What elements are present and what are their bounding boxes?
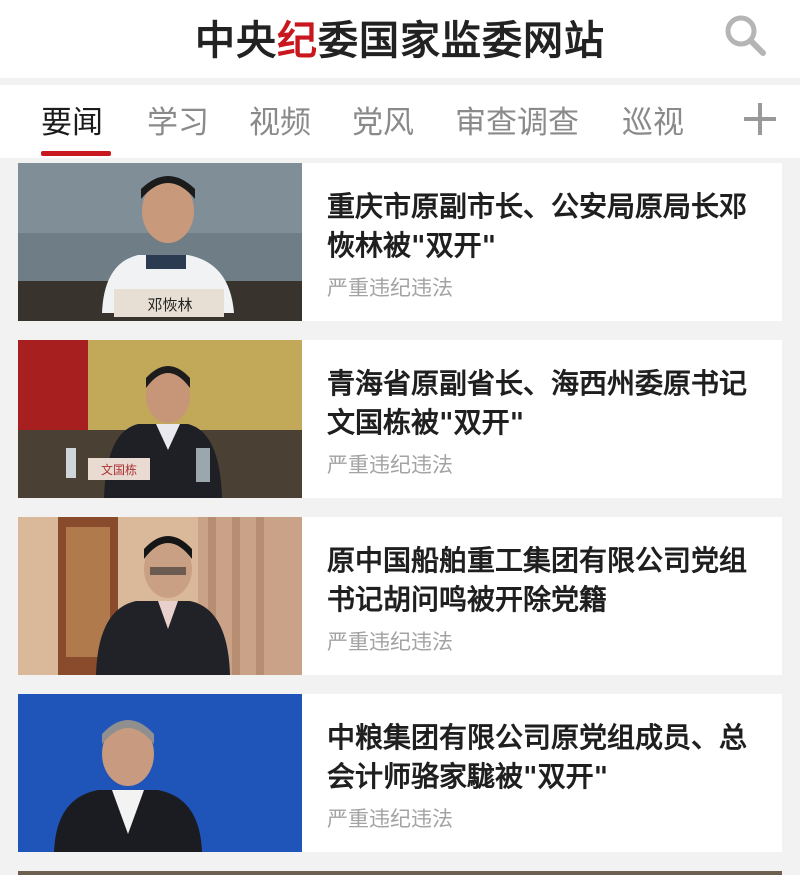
- article-tag: 严重违纪违法: [327, 453, 453, 477]
- search-icon: [725, 15, 766, 56]
- tab-dangfeng[interactable]: 党风: [352, 97, 414, 142]
- article-card[interactable]: 邓恢林 重庆市原副市长、公安局原局长邓恢林被"双开" 严重违纪违法: [18, 163, 782, 321]
- tab-xuexi[interactable]: 学习: [147, 97, 209, 142]
- nameplate-text: 邓恢林: [147, 297, 192, 314]
- add-tab-button[interactable]: [741, 100, 779, 138]
- site-title: 中央纪委国家监委网站: [0, 8, 800, 66]
- article-thumbnail: 文国栋: [18, 340, 302, 498]
- article-tag: 严重违纪违法: [327, 807, 453, 831]
- article-title[interactable]: 中粮集团有限公司原党组成员、总会计师骆家駹被"双开": [327, 718, 767, 796]
- article-title[interactable]: 重庆市原副市长、公安局原局长邓恢林被"双开": [327, 187, 767, 265]
- plus-icon: [744, 103, 776, 135]
- article-card[interactable]: 原中国船舶重工集团有限公司党组书记胡问鸣被开除党籍 严重违纪违法: [18, 517, 782, 675]
- article-card-partial[interactable]: [18, 871, 782, 875]
- article-title[interactable]: 青海省原副省长、海西州委原书记文国栋被"双开": [327, 364, 767, 442]
- tab-shipin[interactable]: 视频: [249, 97, 311, 142]
- tab-yaowen[interactable]: 要闻: [41, 97, 103, 142]
- nameplate-text: 文国栋: [101, 462, 137, 477]
- article-card[interactable]: 中粮集团有限公司原党组成员、总会计师骆家駹被"双开" 严重违纪违法: [18, 694, 782, 852]
- article-title[interactable]: 原中国船舶重工集团有限公司党组书记胡问鸣被开除党籍: [327, 541, 767, 619]
- article-tag: 严重违纪违法: [327, 276, 453, 300]
- site-title-part2: 委国家监委网站: [318, 17, 605, 64]
- article-thumbnail: [18, 694, 302, 852]
- active-tab-indicator: [41, 151, 111, 156]
- article-thumbnail: [18, 517, 302, 675]
- tab-xunshi[interactable]: 巡视: [622, 97, 684, 142]
- article-card[interactable]: 文国栋 青海省原副省长、海西州委原书记文国栋被"双开" 严重违纪违法: [18, 340, 782, 498]
- article-thumbnail: 邓恢林: [18, 163, 302, 321]
- article-tag: 严重违纪违法: [327, 630, 453, 654]
- app-header: 中央纪委国家监委网站: [0, 0, 800, 78]
- site-title-accent: 纪: [277, 17, 318, 64]
- search-button[interactable]: [720, 10, 770, 60]
- tab-shenchadiaocha[interactable]: 审查调查: [455, 97, 579, 142]
- site-title-part1: 中央: [195, 17, 277, 64]
- category-tabs: 要闻 学习 视频 党风 审查调查 巡视: [0, 85, 800, 158]
